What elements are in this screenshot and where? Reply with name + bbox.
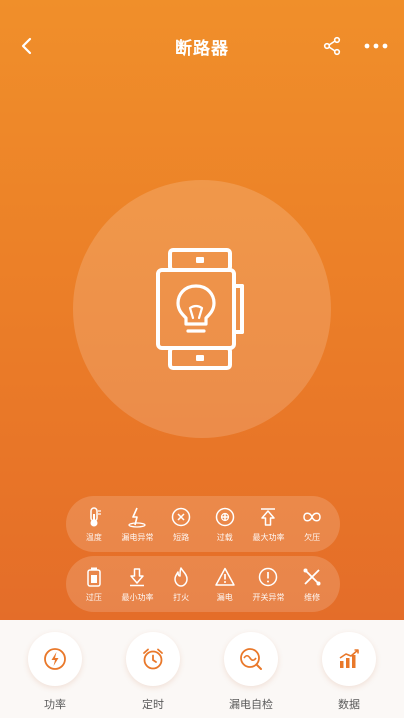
status-overload: 过载 [204,506,246,543]
status-overvoltage: 过压 [73,566,115,603]
timer-button-circle[interactable] [126,632,180,686]
leakage-test-button[interactable]: 漏电自检 [211,632,291,712]
timer-button[interactable]: 定时 [113,632,193,712]
power-button-circle[interactable] [28,632,82,686]
status-min-power: 最小功率 [116,566,158,603]
min-power-icon [126,566,148,588]
thermometer-icon [83,506,105,528]
power-icon [44,648,66,670]
leakage-icon [126,506,148,528]
status-fire: 打火 [160,566,202,603]
more-button[interactable] [360,32,392,60]
more-dots-icon [364,43,388,49]
status-short-circuit: 短路 [160,506,202,543]
app-screen: 断路器 温度 漏电异常 短路 过载 最大功率 欠压 过压 最小功率 打火 漏电 … [0,0,404,718]
alarm-clock-icon [143,648,163,670]
breaker-bulb-icon [156,248,244,370]
status-row-2: 过压 最小功率 打火 漏电 开关异常 维修 [66,556,340,612]
chart-icon [339,649,359,668]
repair-icon [301,566,323,588]
data-button[interactable]: 数据 [309,632,389,712]
status-row-1: 温度 漏电异常 短路 过载 最大功率 欠压 [66,496,340,552]
leakage-test-icon [240,648,262,670]
status-undervoltage: 欠压 [291,506,333,543]
max-power-icon [257,506,279,528]
header: 断路器 [0,24,404,68]
bottom-toolbar: 功率 定时 漏电自检 数据 [0,620,404,718]
status-switch-error: 开关异常 [247,566,289,603]
status-repair: 维修 [291,566,333,603]
fire-icon [170,566,192,588]
status-leakage: 漏电 [204,566,246,603]
status-max-power: 最大功率 [247,506,289,543]
device-status-circle[interactable] [73,180,331,438]
undervoltage-icon [301,506,323,528]
status-temperature: 温度 [73,506,115,543]
leakage-test-button-circle[interactable] [224,632,278,686]
hero-panel: 断路器 温度 漏电异常 短路 过载 最大功率 欠压 过压 最小功率 打火 漏电 … [0,0,404,620]
overload-icon [214,506,236,528]
data-button-circle[interactable] [322,632,376,686]
short-circuit-icon [170,506,192,528]
share-icon [323,36,341,56]
overvoltage-icon [83,566,105,588]
share-button[interactable] [318,32,346,60]
status-leakage-error: 漏电异常 [116,506,158,543]
power-button[interactable]: 功率 [15,632,95,712]
warning-icon [214,566,236,588]
switch-error-icon [257,566,279,588]
